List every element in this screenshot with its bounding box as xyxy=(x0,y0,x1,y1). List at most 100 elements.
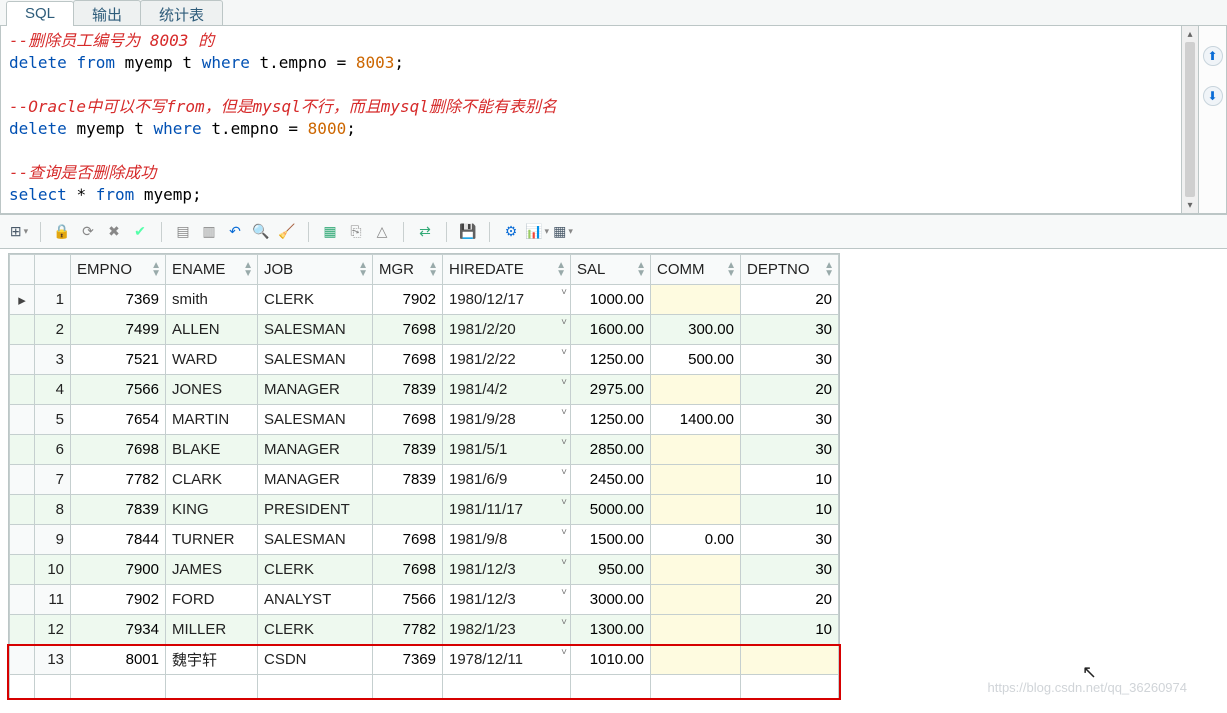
cell-job[interactable]: MANAGER xyxy=(258,375,373,405)
sort-asc-button[interactable]: ▤ xyxy=(172,221,194,243)
cell-deptno[interactable]: 10 xyxy=(741,465,839,495)
table-row[interactable]: 97844TURNERSALESMAN76981981/9/81500.000.… xyxy=(10,525,839,555)
cell-deptno[interactable]: 10 xyxy=(741,615,839,645)
editor-scrollbar[interactable]: ▴ ▾ xyxy=(1181,26,1199,214)
table-row[interactable]: ▸17369smithCLERK79021980/12/171000.0020 xyxy=(10,285,839,315)
cell-mgr[interactable] xyxy=(373,495,443,525)
table-row[interactable]: 127934MILLERCLERK77821982/1/231300.0010 xyxy=(10,615,839,645)
table-row[interactable]: 57654MARTINSALESMAN76981981/9/281250.001… xyxy=(10,405,839,435)
col-sal[interactable]: SAL▲▼ xyxy=(571,255,651,285)
add-row-button[interactable]: ⊞ xyxy=(8,221,30,243)
clear-button[interactable]: 🧹 xyxy=(276,221,298,243)
table-row[interactable]: 107900JAMESCLERK76981981/12/3950.0030 xyxy=(10,555,839,585)
cell-empno[interactable]: 7499 xyxy=(71,315,166,345)
cell-ename[interactable]: KING xyxy=(166,495,258,525)
cell-hiredate[interactable]: 1981/5/1 xyxy=(443,435,571,465)
cell-hiredate[interactable]: 1981/12/3 xyxy=(443,555,571,585)
cell-hiredate[interactable]: 1981/12/3 xyxy=(443,585,571,615)
cell-ename[interactable]: MILLER xyxy=(166,615,258,645)
cell-comm[interactable] xyxy=(651,585,741,615)
cell-empno[interactable]: 7369 xyxy=(71,285,166,315)
col-job[interactable]: JOB▲▼ xyxy=(258,255,373,285)
row-number[interactable]: 12 xyxy=(35,615,71,645)
copy-button[interactable]: ⎘ xyxy=(345,221,367,243)
cell-mgr[interactable]: 7839 xyxy=(373,465,443,495)
cell-empno[interactable]: 7900 xyxy=(71,555,166,585)
col-hiredate[interactable]: HIREDATE▲▼ xyxy=(443,255,571,285)
cell-sal[interactable]: 5000.00 xyxy=(571,495,651,525)
cell-ename[interactable]: smith xyxy=(166,285,258,315)
row-indicator[interactable] xyxy=(10,615,35,645)
cell-mgr[interactable]: 7839 xyxy=(373,375,443,405)
cell-hiredate[interactable]: 1982/1/23 xyxy=(443,615,571,645)
row-number[interactable]: 10 xyxy=(35,555,71,585)
cell-empno[interactable]: 7902 xyxy=(71,585,166,615)
row-number[interactable]: 9 xyxy=(35,525,71,555)
table-row[interactable]: 47566JONESMANAGER78391981/4/22975.0020 xyxy=(10,375,839,405)
cell-hiredate[interactable]: 1981/9/28 xyxy=(443,405,571,435)
cell-empno[interactable]: 7839 xyxy=(71,495,166,525)
row-indicator[interactable] xyxy=(10,315,35,345)
cell-comm[interactable] xyxy=(651,435,741,465)
cell-empno[interactable]: 7521 xyxy=(71,345,166,375)
cell-ename[interactable]: CLARK xyxy=(166,465,258,495)
cell-ename[interactable]: MARTIN xyxy=(166,405,258,435)
table-row[interactable]: 67698BLAKEMANAGER78391981/5/12850.0030 xyxy=(10,435,839,465)
grid-rownum-head[interactable] xyxy=(35,255,71,285)
cell-empno[interactable]: 7566 xyxy=(71,375,166,405)
results-grid[interactable]: EMPNO▲▼ENAME▲▼JOB▲▼MGR▲▼HIREDATE▲▼SAL▲▼C… xyxy=(9,254,839,699)
cell-empno[interactable]: 7654 xyxy=(71,405,166,435)
table-row[interactable]: 138001魏宇轩CSDN73691978/12/111010.00 xyxy=(10,645,839,675)
tab-stats[interactable]: 统计表 xyxy=(140,0,223,25)
row-indicator[interactable] xyxy=(10,495,35,525)
cell-ename[interactable]: BLAKE xyxy=(166,435,258,465)
refresh-button[interactable]: ⟳ xyxy=(77,221,99,243)
row-number[interactable]: 7 xyxy=(35,465,71,495)
row-number[interactable]: 6 xyxy=(35,435,71,465)
settings-button[interactable]: ⚙ xyxy=(500,221,522,243)
cell-job[interactable]: CLERK xyxy=(258,615,373,645)
cell-sal[interactable]: 1600.00 xyxy=(571,315,651,345)
row-number[interactable]: 1 xyxy=(35,285,71,315)
col-ename[interactable]: ENAME▲▼ xyxy=(166,255,258,285)
cell-mgr[interactable]: 7902 xyxy=(373,285,443,315)
link-button[interactable]: ⇄ xyxy=(414,221,436,243)
delete-row-button[interactable]: ✖ xyxy=(103,221,125,243)
table-row[interactable]: 117902FORDANALYST75661981/12/33000.0020 xyxy=(10,585,839,615)
row-indicator[interactable] xyxy=(10,405,35,435)
cell-deptno[interactable]: 20 xyxy=(741,585,839,615)
row-number[interactable]: 13 xyxy=(35,645,71,675)
row-number[interactable]: 11 xyxy=(35,585,71,615)
cell-deptno[interactable]: 30 xyxy=(741,345,839,375)
cell-job[interactable]: ANALYST xyxy=(258,585,373,615)
cell-hiredate[interactable]: 1981/2/20 xyxy=(443,315,571,345)
row-number[interactable]: 2 xyxy=(35,315,71,345)
cell-job[interactable]: SALESMAN xyxy=(258,315,373,345)
cell-hiredate[interactable]: 1981/11/17 xyxy=(443,495,571,525)
cell-empno[interactable]: 7782 xyxy=(71,465,166,495)
undo-button[interactable]: ↶ xyxy=(224,221,246,243)
row-number[interactable]: 3 xyxy=(35,345,71,375)
cell-sal[interactable]: 1500.00 xyxy=(571,525,651,555)
view-single-button[interactable]: ▦ xyxy=(319,221,341,243)
cell-sal[interactable]: 950.00 xyxy=(571,555,651,585)
cell-deptno[interactable]: 30 xyxy=(741,435,839,465)
cell-ename[interactable]: TURNER xyxy=(166,525,258,555)
cell-deptno[interactable]: 30 xyxy=(741,315,839,345)
tab-output[interactable]: 输出 xyxy=(73,0,141,25)
find-button[interactable]: 🔍 xyxy=(250,221,272,243)
col-deptno[interactable]: DEPTNO▲▼ xyxy=(741,255,839,285)
cell-empno[interactable]: 8001 xyxy=(71,645,166,675)
cell-job[interactable]: PRESIDENT xyxy=(258,495,373,525)
scroll-thumb[interactable] xyxy=(1185,42,1195,197)
cell-hiredate[interactable]: 1981/9/8 xyxy=(443,525,571,555)
row-indicator[interactable] xyxy=(10,375,35,405)
cell-job[interactable]: MANAGER xyxy=(258,435,373,465)
cell-deptno[interactable]: 30 xyxy=(741,525,839,555)
cell-hiredate[interactable]: 1980/12/17 xyxy=(443,285,571,315)
col-comm[interactable]: COMM▲▼ xyxy=(651,255,741,285)
scroll-down-icon[interactable]: ▾ xyxy=(1184,199,1196,211)
cell-comm[interactable] xyxy=(651,375,741,405)
cell-comm[interactable]: 500.00 xyxy=(651,345,741,375)
row-indicator[interactable] xyxy=(10,435,35,465)
